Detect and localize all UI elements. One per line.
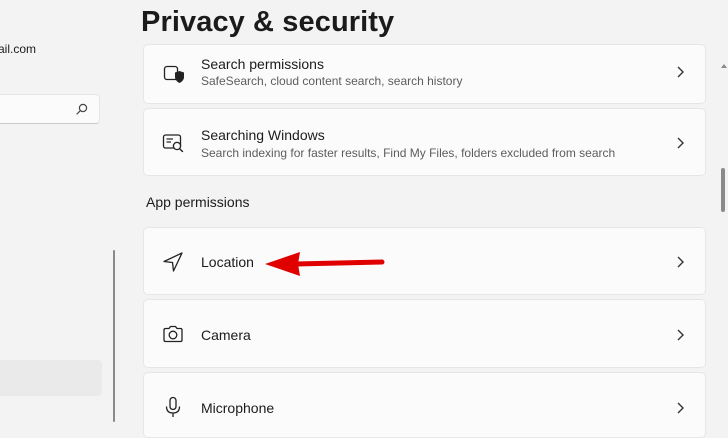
scroll-up-arrow-icon[interactable] <box>721 64 727 68</box>
card-label: Search permissions <box>201 56 324 72</box>
section-heading-app-permissions: App permissions <box>146 194 250 210</box>
chevron-right-icon <box>677 329 684 341</box>
arrow-shaft <box>293 259 385 267</box>
location-icon <box>163 252 183 272</box>
camera-permission-card[interactable]: Camera <box>143 299 706 368</box>
chevron-right-icon <box>677 256 684 268</box>
chevron-right-icon <box>677 66 684 78</box>
card-label: Microphone <box>201 400 275 416</box>
arrow-head <box>265 252 300 276</box>
scrollbar-thumb[interactable] <box>721 168 725 212</box>
annotation-arrow-icon <box>265 252 385 276</box>
camera-icon <box>163 325 183 343</box>
card-description: Search indexing for faster results, Find… <box>201 146 616 160</box>
page-title: Privacy & security <box>141 6 395 38</box>
search-permissions-card[interactable]: Search permissions SafeSearch, cloud con… <box>143 44 706 104</box>
microphone-icon <box>165 396 181 417</box>
microphone-permission-card[interactable]: Microphone <box>143 372 706 438</box>
account-email: ail.com <box>0 42 37 56</box>
search-windows-icon <box>162 134 184 153</box>
chevron-right-icon <box>677 402 684 414</box>
card-label: Searching Windows <box>201 127 325 143</box>
settings-search-box[interactable] <box>0 94 100 124</box>
card-label: Location <box>201 254 254 270</box>
card-description: SafeSearch, cloud content search, search… <box>201 74 463 88</box>
search-input[interactable] <box>3 101 75 117</box>
nav-selected-item[interactable] <box>0 360 102 396</box>
location-permission-card[interactable]: Location <box>143 227 706 295</box>
shield-search-icon <box>163 65 184 83</box>
nav-scroll-indicator <box>113 250 115 422</box>
scrollbar[interactable] <box>718 56 728 438</box>
navigation-pane: ail.com <box>0 0 130 438</box>
card-label: Camera <box>201 327 251 343</box>
search-icon[interactable] <box>75 102 89 116</box>
chevron-right-icon <box>677 137 684 149</box>
searching-windows-card[interactable]: Searching Windows Search indexing for fa… <box>143 108 706 176</box>
